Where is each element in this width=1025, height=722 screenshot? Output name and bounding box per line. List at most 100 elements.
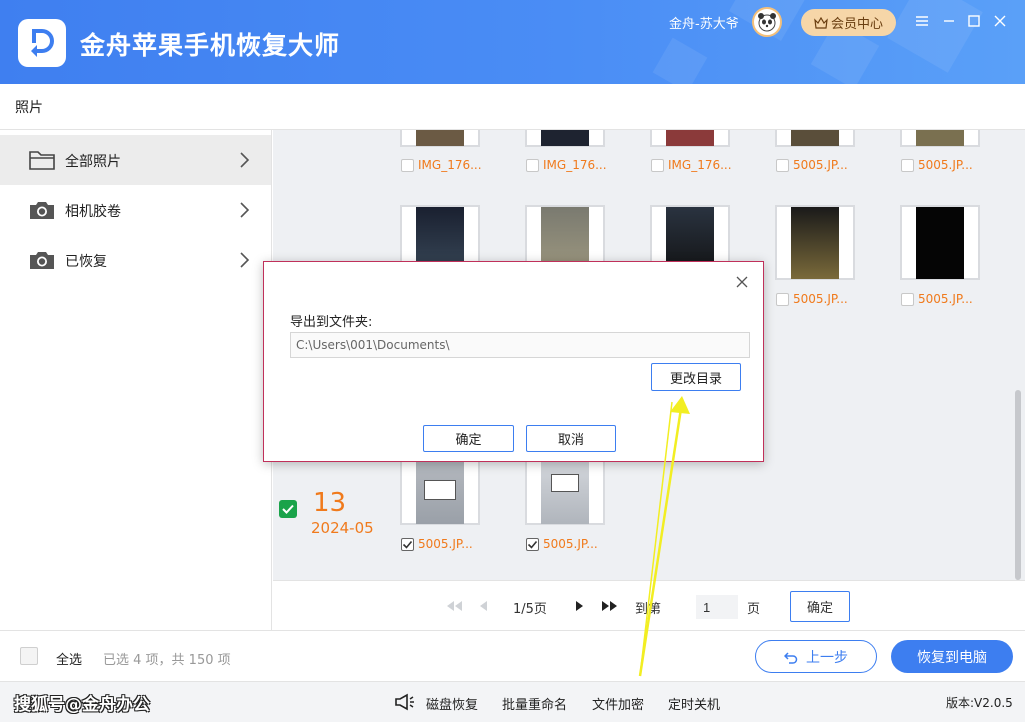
- bottom-toolbar: 搜狐号@金舟办公 磁盘恢复 批量重命名 文件加密 定时关机 版本:V2.0.5: [0, 681, 1025, 722]
- header-decoration: [652, 37, 708, 84]
- chevron-right-icon: [240, 252, 250, 268]
- photo-checkbox[interactable]: [526, 538, 539, 551]
- page-info: 1/5页: [513, 602, 547, 617]
- goto-label: 到第: [635, 602, 662, 617]
- photo-thumbnail[interactable]: [775, 130, 855, 147]
- file-name: IMG_176...: [418, 158, 482, 172]
- maximize-icon[interactable]: [962, 9, 986, 33]
- sidebar-item-camera-roll[interactable]: 相机胶卷: [0, 185, 271, 235]
- date-year-month: 2024-05: [311, 519, 374, 537]
- photo-image: [791, 207, 839, 279]
- photo-thumbnail[interactable]: [900, 205, 980, 280]
- photo-thumbnail[interactable]: [650, 130, 730, 147]
- photo-checkbox[interactable]: [901, 293, 914, 306]
- previous-step-button[interactable]: 上一步: [755, 640, 877, 673]
- file-name: IMG_176...: [543, 158, 607, 172]
- photo-thumbnail[interactable]: [525, 130, 605, 147]
- avatar[interactable]: [752, 7, 782, 37]
- dialog-close-icon[interactable]: [734, 274, 750, 290]
- minimize-icon[interactable]: [937, 9, 961, 33]
- select-all-label[interactable]: 全选: [56, 649, 82, 668]
- first-page-icon[interactable]: [445, 600, 463, 612]
- file-name: IMG_176...: [668, 158, 732, 172]
- logo-icon: [31, 29, 54, 57]
- megaphone-icon: [395, 693, 414, 711]
- photo-thumbnail[interactable]: [400, 130, 480, 147]
- watermark-text: 搜狐号@金舟办公: [14, 695, 150, 715]
- file-name: 5005.JP...: [418, 537, 473, 551]
- photo-thumbnail[interactable]: [775, 205, 855, 280]
- date-day: 13: [313, 488, 347, 518]
- recover-to-computer-button[interactable]: 恢复到电脑: [891, 640, 1013, 673]
- chevron-right-icon: [240, 152, 250, 168]
- undo-icon: [784, 651, 798, 664]
- tool-batch-rename[interactable]: 批量重命名: [502, 694, 567, 713]
- photo-checkbox[interactable]: [401, 538, 414, 551]
- close-icon[interactable]: [988, 9, 1012, 33]
- export-folder-label: 导出到文件夹:: [290, 315, 373, 330]
- chevron-right-icon: [240, 202, 250, 218]
- camera-icon: [30, 252, 54, 269]
- page-number-input[interactable]: [696, 595, 738, 619]
- last-page-icon[interactable]: [601, 600, 619, 612]
- check-icon: [282, 504, 294, 514]
- previous-step-label: 上一步: [806, 648, 848, 665]
- file-name: 5005.JP...: [793, 158, 848, 172]
- selection-info: 已选 4 项，共 150 项: [103, 653, 231, 668]
- photo-checkbox[interactable]: [526, 159, 539, 172]
- select-all-checkbox[interactable]: [20, 647, 38, 665]
- tool-disk-recovery[interactable]: 磁盘恢复: [426, 694, 478, 713]
- check-icon: [402, 540, 413, 549]
- file-name: 5005.JP...: [918, 292, 973, 306]
- photo-image: [791, 130, 839, 146]
- scrollbar[interactable]: [1015, 390, 1021, 580]
- check-icon: [527, 540, 538, 549]
- photo-checkbox[interactable]: [401, 159, 414, 172]
- page-title: 照片: [15, 100, 43, 116]
- pagination: 1/5页 到第 页 确定: [273, 580, 1025, 630]
- export-path-field[interactable]: [290, 332, 750, 358]
- sidebar-item-recovered[interactable]: 已恢复: [0, 235, 271, 285]
- vip-center-button[interactable]: 会员中心: [801, 9, 896, 36]
- photo-image: [416, 452, 464, 524]
- sidebar-item-all-photos[interactable]: 全部照片: [0, 135, 271, 185]
- vip-center-label: 会员中心: [830, 17, 883, 32]
- user-name[interactable]: 金舟-苏大爷: [669, 13, 739, 32]
- app-logo: [18, 19, 66, 67]
- dialog-confirm-button[interactable]: 确定: [423, 425, 514, 452]
- photo-thumbnail[interactable]: [900, 130, 980, 147]
- folder-icon: [29, 151, 55, 170]
- goto-page-button[interactable]: 确定: [790, 591, 850, 622]
- app-title: 金舟苹果手机恢复大师: [80, 31, 341, 60]
- photo-checkbox[interactable]: [776, 159, 789, 172]
- page-unit: 页: [747, 602, 761, 617]
- menu-icon[interactable]: [910, 9, 934, 33]
- file-name: 5005.JP...: [543, 537, 598, 551]
- photo-image: [666, 130, 714, 146]
- tool-file-encryption[interactable]: 文件加密: [592, 694, 644, 713]
- action-bar: 全选 已选 4 项，共 150 项 上一步 恢复到电脑: [0, 630, 1025, 681]
- change-directory-button[interactable]: 更改目录: [651, 363, 741, 391]
- photo-checkbox[interactable]: [776, 293, 789, 306]
- photo-checkbox[interactable]: [901, 159, 914, 172]
- date-group-checkbox[interactable]: [279, 500, 297, 518]
- breadcrumb: 照片: [0, 84, 1025, 130]
- tool-scheduled-shutdown[interactable]: 定时关机: [668, 694, 720, 713]
- dialog-cancel-button[interactable]: 取消: [526, 425, 616, 452]
- camera-icon: [30, 202, 54, 219]
- photo-checkbox[interactable]: [651, 159, 664, 172]
- version-text: 版本:V2.0.5: [946, 696, 1013, 710]
- sidebar-item-label: 已恢复: [65, 254, 107, 270]
- photo-image: [916, 130, 964, 146]
- photo-image: [416, 130, 464, 146]
- prev-page-icon[interactable]: [478, 600, 488, 612]
- export-dialog: 导出到文件夹: 更改目录 确定 取消: [263, 261, 764, 462]
- photo-image: [541, 452, 589, 524]
- title-bar: 金舟苹果手机恢复大师 金舟-苏大爷 会员中心: [0, 0, 1025, 84]
- sidebar: 全部照片 相机胶卷 已恢复: [0, 130, 272, 630]
- photo-image: [916, 207, 964, 279]
- crown-icon: [814, 16, 828, 29]
- file-name: 5005.JP...: [793, 292, 848, 306]
- sidebar-item-label: 全部照片: [65, 154, 121, 170]
- next-page-icon[interactable]: [575, 600, 585, 612]
